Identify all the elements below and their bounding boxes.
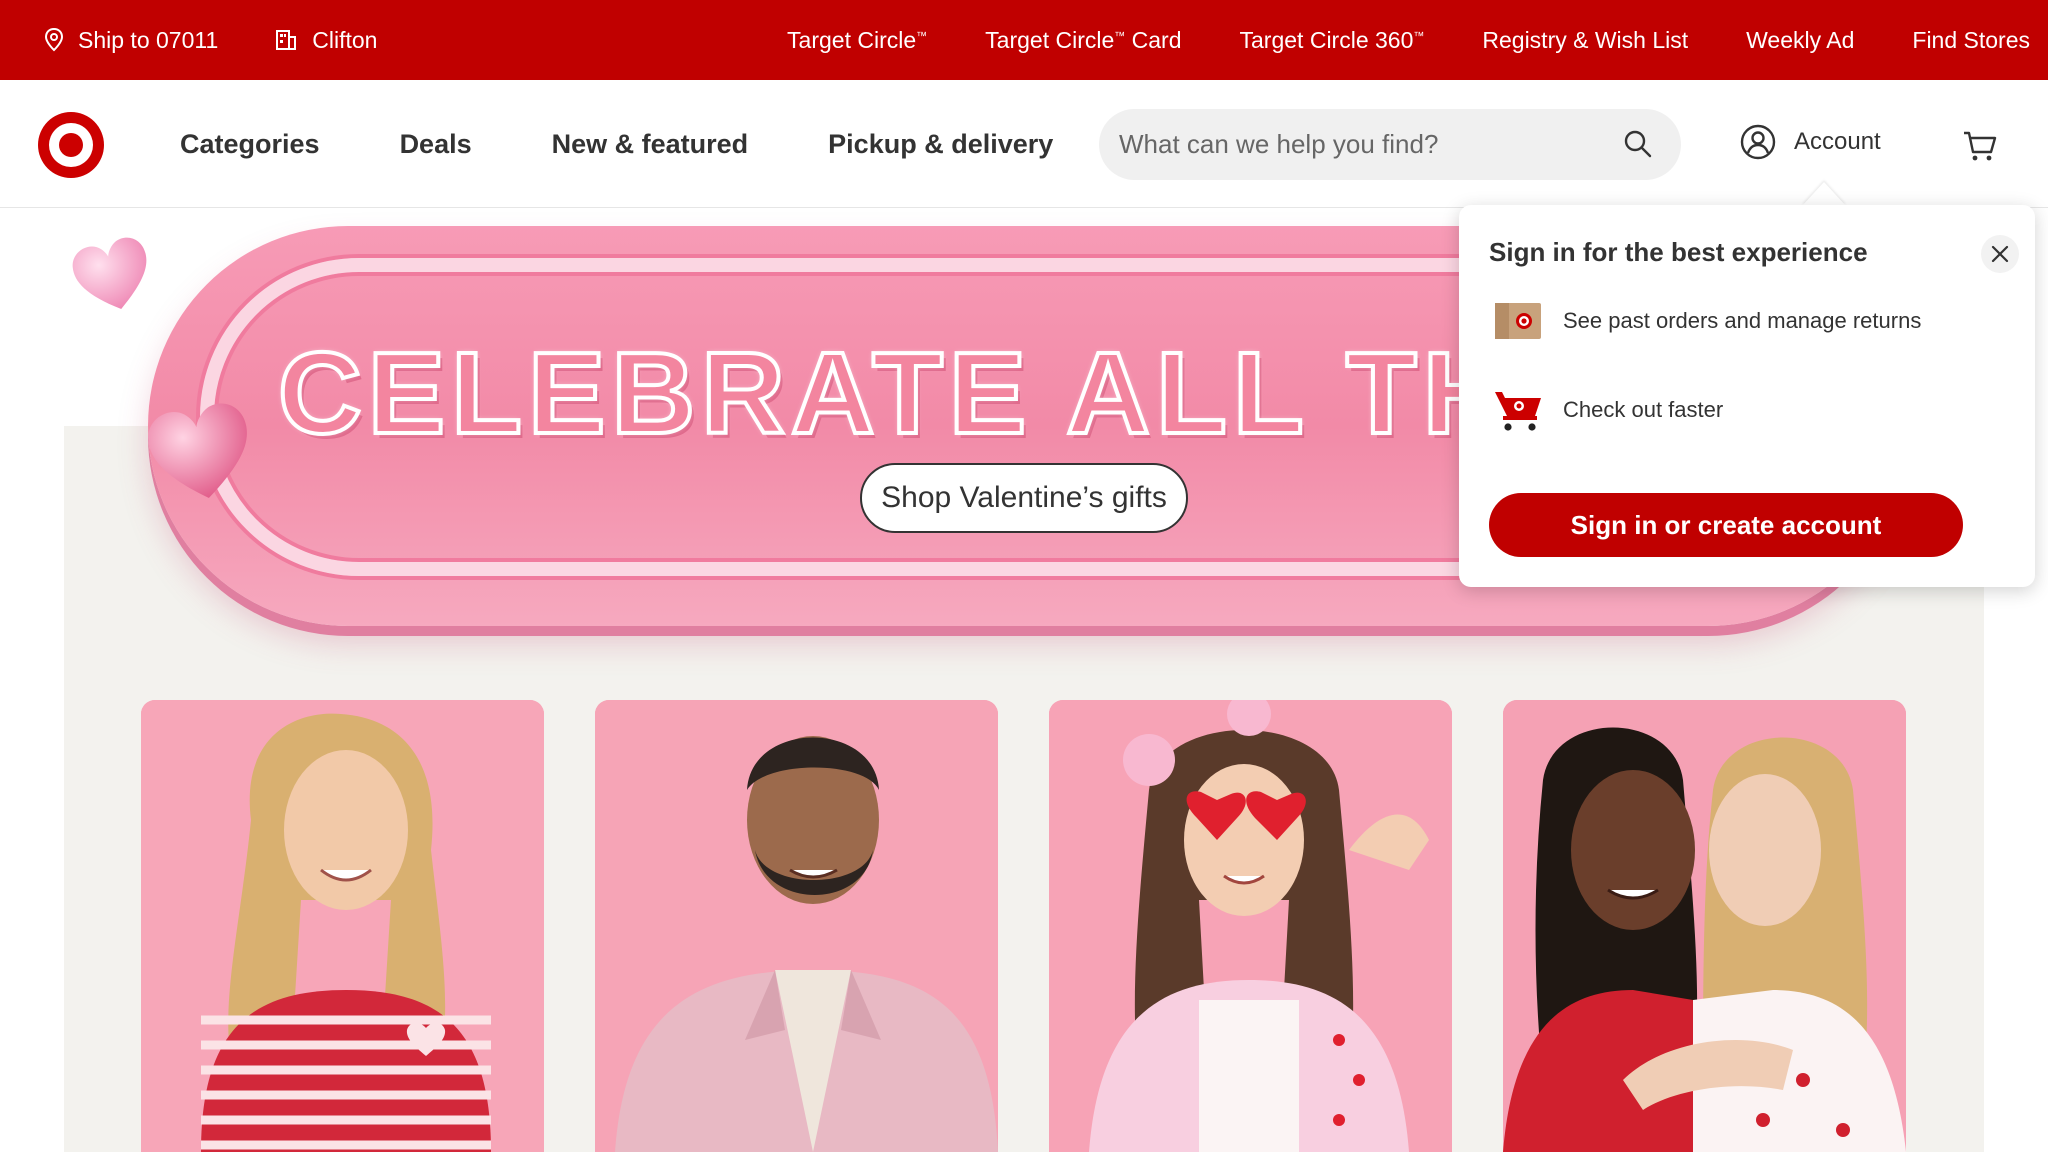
signin-flyout: Sign in for the best experience See past… xyxy=(1459,205,2035,587)
product-tile-kids[interactable] xyxy=(1049,700,1452,1152)
store-label: Clifton xyxy=(312,26,378,53)
utility-bar: Ship to 07011 Clifton Target Circle™ Tar… xyxy=(0,0,2048,80)
account-label: Account xyxy=(1794,128,1881,155)
product-tile-men[interactable] xyxy=(595,700,998,1152)
store-selector-button[interactable]: Clifton xyxy=(274,27,377,54)
product-image-men xyxy=(595,700,998,1152)
main-header: Categories Deals New & featured Pickup &… xyxy=(0,80,2048,208)
heart-decoration xyxy=(72,237,147,309)
nav-new-featured[interactable]: New & featured xyxy=(552,129,749,160)
perk-orders-label: See past orders and manage returns xyxy=(1563,308,1922,333)
cart-icon[interactable] xyxy=(1962,128,1998,164)
perk-orders: See past orders and manage returns xyxy=(1493,301,1921,341)
store-icon xyxy=(276,30,297,50)
target-logo[interactable] xyxy=(36,110,106,180)
search-input[interactable] xyxy=(1119,129,1609,160)
account-button[interactable]: Account xyxy=(1740,124,1881,160)
product-image-kids xyxy=(1049,700,1452,1152)
utility-left: Ship to 07011 Clifton xyxy=(44,27,377,54)
location-pin-icon xyxy=(44,28,64,52)
product-tile-couple[interactable] xyxy=(1503,700,1906,1152)
nav-deals[interactable]: Deals xyxy=(400,129,472,160)
shop-valentines-button[interactable]: Shop Valentine’s gifts xyxy=(860,463,1188,533)
nav-pickup-delivery[interactable]: Pickup & delivery xyxy=(828,129,1053,160)
perk-checkout: Check out faster xyxy=(1493,388,1723,432)
link-target-circle[interactable]: Target Circle™ xyxy=(787,27,927,54)
product-image-couple xyxy=(1503,700,1906,1152)
utility-links: Target Circle™ Target Circle™ Card Targe… xyxy=(729,0,2030,80)
link-target-circle-card[interactable]: Target Circle™ Card xyxy=(985,27,1181,54)
close-icon xyxy=(1991,245,2009,263)
link-weekly-ad[interactable]: Weekly Ad xyxy=(1746,27,1854,54)
search-bar xyxy=(1099,109,1681,180)
shopping-cart-icon xyxy=(1495,392,1541,431)
link-find-stores[interactable]: Find Stores xyxy=(1912,27,2030,54)
account-icon xyxy=(1740,124,1776,160)
ship-to-label: Ship to 07011 xyxy=(78,26,219,53)
search-icon[interactable] xyxy=(1623,129,1653,159)
flyout-caret xyxy=(1802,182,1846,206)
nav-categories[interactable]: Categories xyxy=(180,129,320,160)
product-image-women xyxy=(141,700,544,1152)
flyout-title: Sign in for the best experience xyxy=(1489,237,1868,267)
signin-button[interactable]: Sign in or create account xyxy=(1489,493,1963,557)
close-button[interactable] xyxy=(1981,235,2019,273)
package-icon xyxy=(1495,303,1541,339)
ship-to-button[interactable]: Ship to 07011 xyxy=(44,27,218,54)
perk-checkout-label: Check out faster xyxy=(1563,397,1724,422)
link-registry[interactable]: Registry & Wish List xyxy=(1482,27,1688,54)
main-nav: Categories Deals New & featured Pickup &… xyxy=(180,80,1053,208)
link-target-circle-360[interactable]: Target Circle 360™ xyxy=(1240,27,1425,54)
product-tile-women[interactable] xyxy=(141,700,544,1152)
heart-decoration xyxy=(148,403,247,498)
